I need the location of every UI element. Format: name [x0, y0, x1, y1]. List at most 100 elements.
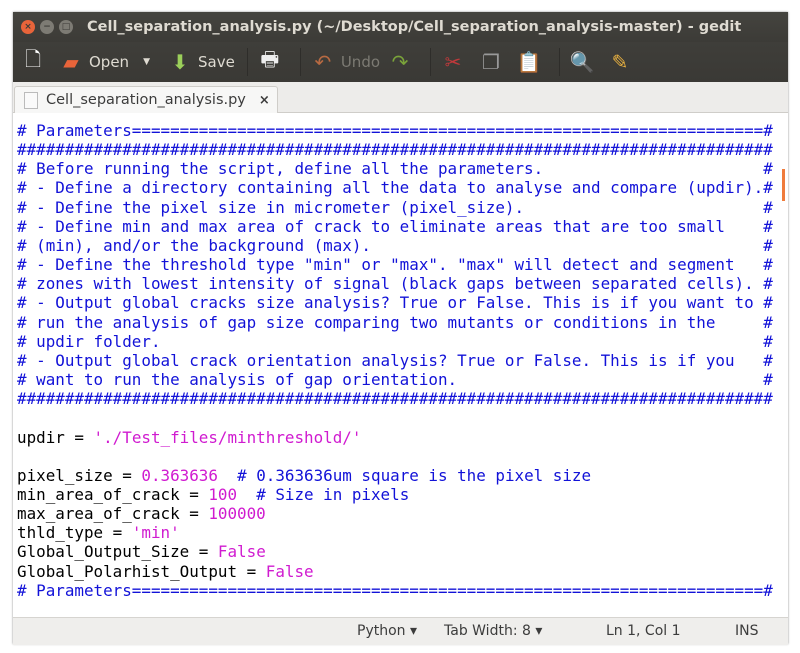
- comment-border: #: [160, 331, 773, 351]
- code-token: updir =: [17, 427, 94, 447]
- number-token: 100000: [208, 504, 266, 524]
- close-tab-button[interactable]: ×: [259, 93, 270, 108]
- code-editor[interactable]: # Parameters============================…: [13, 113, 788, 617]
- code-line: max_area_of_crack = 100000: [17, 504, 773, 523]
- code-line: min_area_of_crack = 100 # Size in pixels: [17, 485, 773, 504]
- save-button[interactable]: ⬇ Save: [168, 49, 235, 75]
- print-icon: 🖶: [260, 47, 280, 71]
- comment-border: #: [457, 370, 773, 390]
- insert-mode: INS: [735, 623, 759, 639]
- code-line: updir = './Test_files/minthreshold/': [17, 428, 773, 447]
- comment-token: # zones with lowest intensity of signal …: [17, 274, 754, 294]
- comment-border: #: [543, 159, 773, 179]
- code-line: # - Output global crack orientation anal…: [17, 351, 773, 370]
- maximize-window-button[interactable]: □: [59, 20, 73, 34]
- comment-token: ########################################…: [17, 389, 773, 409]
- code-line: # - Define a directory containing all th…: [17, 178, 773, 197]
- print-button[interactable]: 🖶: [258, 47, 288, 75]
- code-token: pixel_size =: [17, 465, 142, 485]
- open-recent-dropdown[interactable]: ▼: [137, 57, 160, 67]
- code-line: ########################################…: [17, 389, 773, 408]
- comment-border: #: [734, 255, 773, 275]
- status-bar: Python ▾ Tab Width: 8 ▾ Ln 1, Col 1 INS: [13, 617, 788, 645]
- save-label: Save: [198, 53, 235, 71]
- copy-icon: ❐: [482, 50, 500, 74]
- toolbar-separator: [430, 48, 432, 76]
- file-icon: [24, 91, 38, 109]
- gedit-window: × − □ Cell_separation_analysis.py (~/Des…: [13, 12, 788, 645]
- code-line: thld_type = 'min': [17, 523, 773, 542]
- comment-token: # updir folder.: [17, 331, 161, 351]
- code-line: Global_Output_Size = False: [17, 542, 773, 561]
- string-token: './Test_files/minthreshold/': [93, 427, 362, 447]
- comment-token: # Before running the script, define all …: [17, 159, 544, 179]
- comment-token: # Parameters============================…: [17, 580, 773, 600]
- tab-cell-separation-analysis[interactable]: Cell_separation_analysis.py ×: [14, 86, 278, 113]
- code-line: # run the analysis of gap size comparing…: [17, 313, 773, 332]
- tab-width-selector[interactable]: Tab Width: 8 ▾: [444, 623, 542, 639]
- comment-border: #: [734, 350, 773, 370]
- code-text[interactable]: # Parameters============================…: [17, 121, 773, 600]
- toolbar-separator: [246, 48, 248, 76]
- search-icon: 🔍: [569, 50, 595, 74]
- keyword-token: False: [217, 542, 266, 562]
- code-line: # updir folder. #: [17, 332, 773, 351]
- chevron-down-icon: ▼: [143, 57, 150, 67]
- window-title: Cell_separation_analysis.py (~/Desktop/C…: [87, 19, 742, 35]
- copy-button[interactable]: ❐: [479, 49, 509, 75]
- scrollbar-thumb[interactable]: [782, 169, 785, 201]
- cut-icon: ✂: [444, 50, 462, 74]
- cut-button[interactable]: ✂: [441, 49, 471, 75]
- code-line: # Before running the script, define all …: [17, 159, 773, 178]
- code-line: # zones with lowest intensity of signal …: [17, 274, 773, 293]
- code-line: # Parameters============================…: [17, 581, 773, 600]
- code-token: thld_type =: [17, 523, 132, 543]
- undo-button[interactable]: ↶ Undo: [311, 49, 380, 75]
- code-line: Global_Polarhist_Output = False: [17, 562, 773, 581]
- tab-bar: Cell_separation_analysis.py ×: [13, 82, 788, 113]
- code-token: Global_Polarhist_Output =: [17, 561, 266, 581]
- code-token: min_area_of_crack =: [17, 484, 209, 504]
- tab-label: Cell_separation_analysis.py: [46, 92, 246, 108]
- redo-button[interactable]: ↷: [388, 49, 418, 75]
- code-line: ########################################…: [17, 140, 773, 159]
- comment-border: #: [724, 216, 773, 236]
- number-token: 100: [208, 484, 238, 504]
- comment-token: # Parameters============================…: [17, 121, 773, 140]
- language-selector[interactable]: Python ▾: [357, 623, 417, 639]
- comment-border: #: [370, 235, 773, 255]
- replace-button[interactable]: ✎: [608, 49, 638, 75]
- search-button[interactable]: 🔍: [570, 49, 600, 75]
- open-folder-icon: ▰: [63, 50, 79, 74]
- code-line: pixel_size = 0.363636 # 0.363636um squar…: [17, 466, 773, 485]
- code-line: # - Define the threshold type "min" or "…: [17, 255, 773, 274]
- string-token: 'min': [131, 523, 180, 543]
- comment-token: # - Define a directory containing all th…: [17, 178, 773, 198]
- code-line: # Parameters============================…: [17, 121, 773, 140]
- keyword-token: False: [265, 561, 314, 581]
- comment-token: # - Define min and max area of crack to …: [17, 216, 725, 236]
- comment-border: #: [524, 197, 773, 217]
- comment-token: # 0.363636um square is the pixel size: [237, 465, 592, 485]
- comment-token: # run the analysis of gap size comparing…: [17, 312, 716, 332]
- comment-token: # - Output global cracks size analysis? …: [17, 293, 754, 313]
- comment-token: # Size in pixels: [256, 484, 410, 504]
- cursor-position: Ln 1, Col 1: [606, 623, 681, 639]
- code-line: # - Output global cracks size analysis? …: [17, 293, 773, 312]
- comment-token: ########################################…: [17, 140, 773, 160]
- toolbar-separator: [299, 48, 301, 76]
- open-button[interactable]: ▰ Open: [59, 49, 129, 75]
- paste-button[interactable]: 📋: [517, 49, 547, 75]
- undo-icon: ↶: [314, 50, 332, 74]
- comment-token: # - Define the threshold type "min" or "…: [17, 255, 735, 275]
- minimize-window-button[interactable]: −: [40, 20, 54, 34]
- new-document-button[interactable]: 🗋: [21, 47, 51, 75]
- redo-icon: ↷: [391, 50, 409, 74]
- comment-token: # want to run the analysis of gap orient…: [17, 370, 458, 390]
- comment-token: # (min), and/or the background (max).: [17, 235, 371, 255]
- close-window-button[interactable]: ×: [21, 20, 35, 34]
- code-line: # - Define the pixel size in micrometer …: [17, 198, 773, 217]
- undo-label: Undo: [340, 53, 381, 71]
